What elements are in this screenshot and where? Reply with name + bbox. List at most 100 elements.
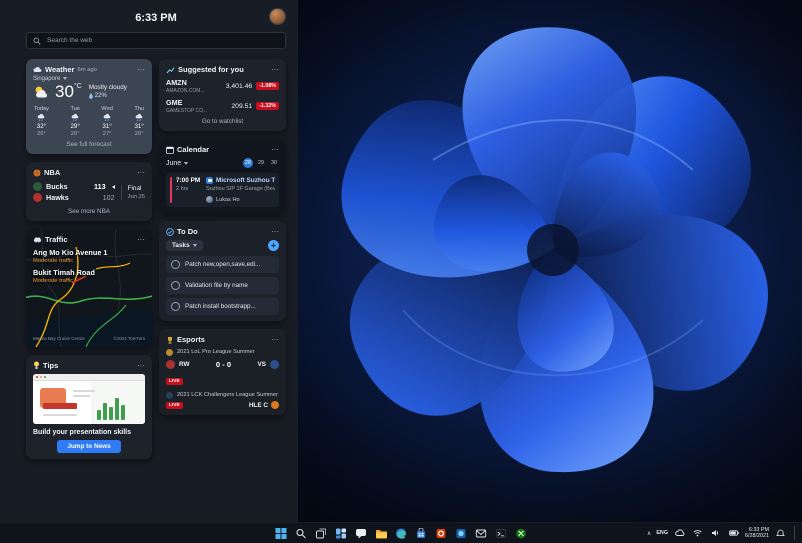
task-checkbox[interactable] [171,260,180,269]
calendar-day-chip[interactable]: 30 [269,158,279,168]
taskbar: ∧ ENG 6:33 PM 6/28/2021 [0,522,802,543]
traffic-more-icon[interactable] [137,237,145,242]
add-task-button[interactable]: + [268,240,279,251]
jump-to-news-button[interactable]: Jump to News [57,440,121,453]
forecast-day-name: Today [34,106,49,112]
forecast-lo: 26° [37,131,46,137]
event-time: 7:00 PM [176,177,201,184]
stock-row[interactable]: GME GAMESTOP CO... 209.51 -1.32% [166,98,279,114]
forecast-day[interactable]: Wed 31° 27° [101,106,112,137]
weather-widget[interactable]: Weather 6m ago Singapore 30°C Mostly clo… [26,59,152,154]
road-name: Ang Mo Kio Avenue 1 [33,248,108,257]
forecast-day[interactable]: Today 32° 26° [34,106,49,137]
weather-more-icon[interactable] [137,67,145,72]
task-view-icon[interactable] [315,527,328,540]
tips-thumbnail[interactable] [33,374,145,424]
todo-widget[interactable]: To Do Tasks + Patch new,open,save,edi...… [159,221,286,321]
league-name: 2021 LoL Pro League Summer [177,349,255,355]
weather-temp: 30 [55,82,74,101]
calendar-day-chip[interactable]: 28 [243,158,253,168]
calendar-icon [166,146,174,154]
nba-game[interactable]: Bucks 113 Hawks 102 Final Jun 25 [33,180,145,204]
weather-forecast-link[interactable]: See full forecast [33,141,145,148]
show-desktop-button[interactable] [794,526,797,540]
wifi-icon[interactable] [691,527,704,540]
office-app-icon[interactable] [435,527,448,540]
calendar-widget[interactable]: Calendar June 28 29 30 [159,139,286,213]
task-checkbox[interactable] [171,302,180,311]
event-duration: 2 hrs [176,186,189,192]
esports-match[interactable]: LIVE HLE C [166,401,279,410]
task-text: Patch install bootstrapp... [185,303,256,310]
event-color-bar [170,177,172,203]
rain-cloud-icon [71,113,79,122]
onedrive-cloud-icon[interactable] [673,527,686,540]
calendar-event[interactable]: 7:00 PM 2 hrs Microsoft Suzhou Tea... Su… [166,173,279,207]
watchlist-link[interactable]: Go to watchlist [166,118,279,125]
forecast-day[interactable]: Thu 31° 26° [134,106,144,137]
file-explorer-icon[interactable] [375,527,388,540]
notification-bell-icon[interactable] [774,527,787,540]
widgets-panel: 6:33 PM Weather 6m ago Singapore [0,0,298,523]
forecast-day[interactable]: Tue 29° 26° [70,106,79,137]
task-item[interactable]: Patch new,open,save,edi... [166,256,279,273]
traffic-widget[interactable]: Traffic Ang Mo Kio Avenue 1 Moderate tra… [26,229,152,347]
mail-app-icon[interactable] [475,527,488,540]
volume-icon[interactable] [709,527,722,540]
task-list-selector[interactable]: Tasks [166,240,203,251]
road-status: Moderate traffic [33,278,74,284]
search-bar[interactable] [26,32,286,49]
stock-row[interactable]: AMZN AMAZON.COM... 3,401.46 -1.08% [166,78,279,94]
microsoft-store-icon[interactable] [415,527,428,540]
basketball-icon [33,169,41,176]
forecast-hi: 31° [102,123,112,130]
battery-icon[interactable] [727,527,740,540]
rain-cloud-icon [103,113,110,122]
tray-overflow-chevron-icon[interactable]: ∧ [647,530,651,537]
photos-app-icon[interactable] [455,527,468,540]
task-item[interactable]: Patch install bootstrapp... [166,298,279,315]
terminal-app-icon[interactable] [495,527,508,540]
rain-cloud-icon [135,113,142,122]
stocks-widget[interactable]: Suggested for you AMZN AMAZON.COM... 3,4… [159,59,286,131]
xbox-app-icon[interactable] [515,527,528,540]
esports-widget[interactable]: Esports 2021 LoL Pro League Summer RW 0 … [159,329,286,416]
nba-widget[interactable]: NBA Bucks 113 [26,162,152,221]
esports-more-icon[interactable] [271,337,279,342]
tips-widget[interactable]: Tips ··· Build your presentation skills … [26,355,152,459]
calendar-month[interactable]: June [166,160,181,167]
taskbar-search-icon[interactable] [295,527,308,540]
weather-location[interactable]: Singapore [33,76,145,82]
taskbar-time: 6:33 PM [748,526,769,533]
tips-more-icon[interactable] [137,363,145,368]
task-item[interactable]: Validation file by name [166,277,279,294]
calendar-day-chip[interactable]: 29 [256,158,266,168]
user-avatar[interactable] [269,8,286,25]
chevron-down-icon [184,161,189,165]
taskbar-clock[interactable]: 6:33 PM 6/28/2021 [745,527,769,540]
nba-more-icon[interactable] [137,170,145,175]
todo-more-icon[interactable] [271,229,279,234]
vs-team-logo [270,360,279,370]
calendar-more-icon[interactable] [271,147,279,152]
stocks-chart-icon [166,66,175,73]
task-text: Validation file by name [185,282,248,289]
weather-forecast: Today 32° 26° Tue 29° 26° Wed 31° 27° Th… [34,106,144,137]
search-input[interactable] [45,36,279,45]
esports-title: Esports [177,335,205,344]
panel-time: 6:33 PM [135,12,177,24]
stocks-more-icon[interactable] [271,67,279,72]
taskbar-center-icons [275,527,528,540]
nba-see-more-link[interactable]: See more NBA [33,208,145,215]
language-indicator[interactable]: ENG [656,530,668,536]
task-checkbox[interactable] [171,281,180,290]
widgets-icon[interactable] [335,527,348,540]
chat-icon[interactable] [355,527,368,540]
start-button[interactable] [275,527,288,540]
edge-browser-icon[interactable] [395,527,408,540]
team-abbr: RW [179,361,190,369]
chevron-down-icon [63,77,68,80]
stock-symbol: AMZN [166,78,187,87]
team-name: Hawks [46,193,69,202]
esports-match[interactable]: RW 0 - 0 VS [166,360,279,370]
